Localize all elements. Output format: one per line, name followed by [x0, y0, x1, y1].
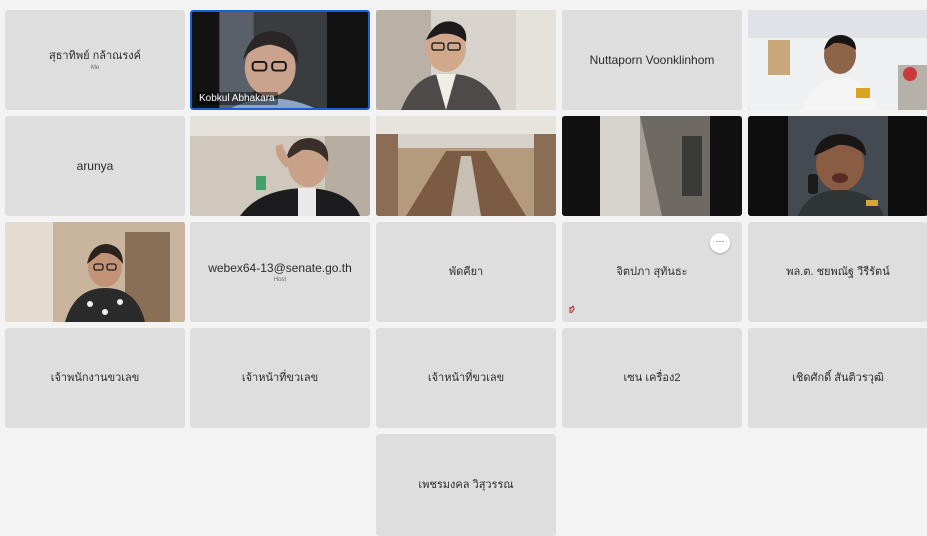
participant-name: เจ้าหน้าที่ขวเลข	[427, 372, 505, 384]
participant-tile[interactable]: สุธาทิพย์ กล้าณรงค์ Me	[5, 10, 185, 110]
video-feed	[376, 10, 556, 110]
participant-tile[interactable]: จิตปภา สุทันธะ ···	[562, 222, 742, 322]
participant-name: เซน เครื่อง2	[623, 372, 681, 384]
participant-tile[interactable]: Nuttaporn Voonklinhom	[562, 10, 742, 110]
participant-video-tile[interactable]	[562, 116, 742, 216]
participant-tile[interactable]: เจ้าพนักงานขวเลข	[5, 328, 185, 428]
participant-video-tile[interactable]	[5, 222, 185, 322]
participant-role: Me	[90, 65, 100, 71]
video-feed	[190, 116, 370, 216]
participant-tile[interactable]: เจ้าหน้าที่ขวเลข	[376, 328, 556, 428]
participant-name: เชิดศักดิ์ สันติวรวุฒิ	[792, 372, 884, 384]
participant-video-tile[interactable]: Kobkul Abhakara	[190, 10, 370, 110]
participant-name: เพชรมงคล วิสุวรรณ	[418, 479, 514, 491]
participant-video-tile[interactable]	[748, 116, 927, 216]
participant-name: พัดคียา	[448, 266, 484, 278]
video-feed	[5, 222, 185, 322]
raised-hand-icon	[569, 305, 575, 314]
participant-role: Host	[273, 277, 287, 283]
participant-video-tile[interactable]	[190, 116, 370, 216]
video-feed	[748, 116, 927, 216]
participant-tile[interactable]: เจ้าหน้าที่ขวเลข	[190, 328, 370, 428]
participant-video-tile[interactable]	[376, 116, 556, 216]
participant-tile[interactable]: พัดคียา	[376, 222, 556, 322]
video-grid: สุธาทิพย์ กล้าณรงค์ Me Kobkul Abhakara N…	[0, 0, 927, 536]
participant-tile[interactable]: พล.ต. ชยพณัฐ วีรีรัตน์	[748, 222, 927, 322]
more-options-button[interactable]: ···	[710, 233, 730, 253]
participant-name: เจ้าพนักงานขวเลข	[50, 372, 140, 384]
participant-tile[interactable]: เชิดศักดิ์ สันติวรวุฒิ	[748, 328, 927, 428]
participant-name: arunya	[76, 159, 114, 173]
participant-name: สุธาทิพย์ กล้าณรงค์	[48, 50, 142, 62]
video-feed	[748, 10, 927, 110]
participant-name: จิตปภา สุทันธะ	[616, 266, 688, 278]
participant-tile[interactable]: arunya	[5, 116, 185, 216]
participant-tile[interactable]: เพชรมงคล วิสุวรรณ	[376, 434, 556, 536]
participant-tile[interactable]: เซน เครื่อง2	[562, 328, 742, 428]
participant-name: Nuttaporn Voonklinhom	[589, 53, 715, 67]
participant-video-tile[interactable]	[748, 10, 927, 110]
participant-name: webex64-13@senate.go.th	[208, 261, 352, 275]
participant-tile[interactable]: webex64-13@senate.go.th Host	[190, 222, 370, 322]
participant-name: พล.ต. ชยพณัฐ วีรีรัตน์	[786, 266, 890, 278]
video-feed	[562, 116, 742, 216]
participant-name-caption: Kobkul Abhakara	[196, 92, 278, 105]
participant-name: เจ้าหน้าที่ขวเลข	[241, 372, 319, 384]
video-feed	[376, 116, 556, 216]
participant-video-tile[interactable]	[376, 10, 556, 110]
